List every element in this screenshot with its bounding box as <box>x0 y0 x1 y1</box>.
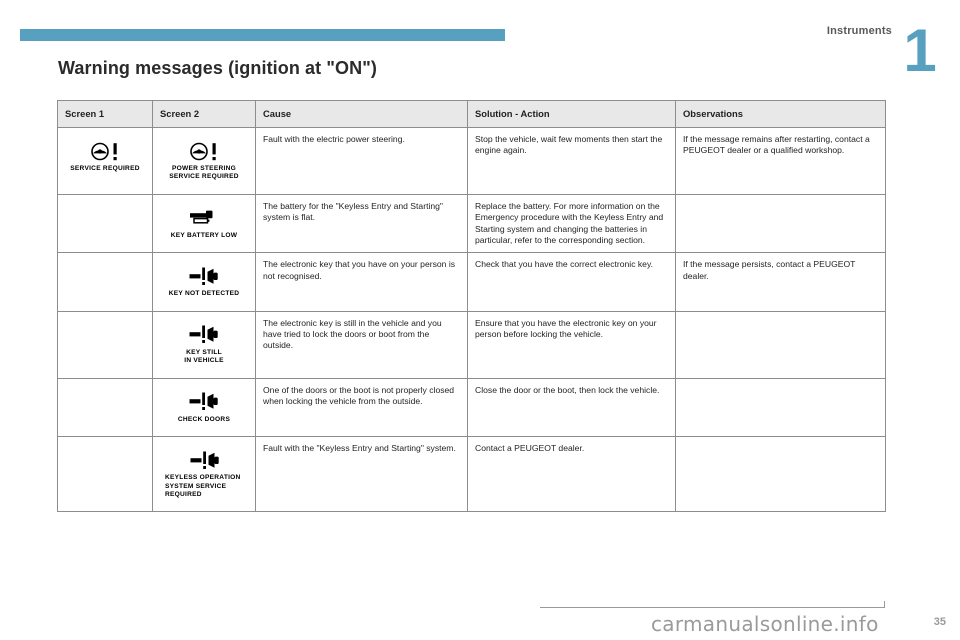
warning-lamp-tile: KEY STILL IN VEHICLE <box>160 317 248 372</box>
cell-cause: The electronic key that you have on your… <box>255 252 468 312</box>
lamp-label-line: SERVICE REQUIRED <box>70 165 140 172</box>
cell-screen2: KEY NOT DETECTED <box>152 252 256 312</box>
lamp-label-line: SERVICE REQUIRED <box>169 173 239 181</box>
column-header-cause: Cause <box>255 100 468 128</box>
cell-cause: Fault with the electric power steering. <box>255 127 468 195</box>
steering-wheel-warning-icon <box>190 142 216 160</box>
warning-lamp-tile: CHECK DOORS <box>160 384 248 431</box>
cell-screen1 <box>57 193 153 254</box>
key-not-detected-icon <box>165 449 245 471</box>
cell-solution: Contact a PEUGEOT dealer. <box>467 436 676 513</box>
warning-messages-table-wrap: Screen 1 Screen 2 Cause Solution - Actio… <box>57 100 886 513</box>
footer-rule <box>540 601 885 608</box>
key-not-detected-icon <box>187 265 221 287</box>
warning-lamp-label: KEYLESS OPERATION SYSTEM SERVICE REQUIRED <box>165 474 241 499</box>
lamp-label-line: KEY BATTERY LOW <box>170 231 238 239</box>
cell-observations <box>675 193 886 254</box>
page-number: 35 <box>933 616 946 628</box>
cell-solution: Ensure that you have the electronic key … <box>467 310 676 379</box>
watermark: carmanualsonline.info <box>651 612 879 636</box>
warning-lamp-tile: KEYLESS OPERATION SYSTEM SERVICE REQUIRED <box>160 443 248 506</box>
key-not-detected-icon <box>187 324 221 346</box>
steering-wheel-warning-icon <box>91 142 117 160</box>
cell-solution: Close the door or the boot, then lock th… <box>467 377 676 438</box>
steering-wheel-warning-icon <box>88 140 122 162</box>
cell-screen1 <box>57 377 153 438</box>
column-header-screen2: Screen 2 <box>152 100 256 128</box>
cell-screen2: CHECK DOORS <box>152 377 256 438</box>
cell-observations: If the message persists, contact a PEUGE… <box>675 252 886 312</box>
column-header-screen1: Screen 1 <box>57 100 153 128</box>
chapter-name: Instruments <box>826 25 892 37</box>
lamp-label-line: KEY STILL <box>186 348 222 356</box>
cell-solution: Stop the vehicle, wait few moments then … <box>467 127 676 195</box>
chapter-number: 1 <box>903 17 937 84</box>
key-battery-icon <box>190 210 213 224</box>
cell-observations <box>675 436 886 513</box>
lamp-label-line: POWER STEERING <box>172 165 236 172</box>
cell-cause: The electronic key is still in the vehic… <box>255 310 468 379</box>
cell-cause: Fault with the "Keyless Entry and Starti… <box>255 436 468 513</box>
key-battery-icon <box>187 207 221 229</box>
cell-screen2: POWER STEERING SERVICE REQUIRED <box>152 127 256 195</box>
steering-wheel-warning-icon <box>187 140 221 162</box>
table-row: CHECK DOORS One of the doors or the boot … <box>57 377 886 438</box>
warning-lamp-tile: POWER STEERING SERVICE REQUIRED <box>160 134 248 188</box>
cell-observations: If the message remains after restarting,… <box>675 127 886 195</box>
table-row: KEY NOT DETECTED The electronic key that … <box>57 252 886 312</box>
cell-cause: One of the doors or the boot is not prop… <box>255 377 468 438</box>
cell-screen2: KEY STILL IN VEHICLE <box>152 310 256 379</box>
accent-bar <box>20 29 505 41</box>
warning-lamp-label: KEY NOT DETECTED <box>169 290 240 298</box>
column-header-solution: Solution - Action <box>467 100 676 128</box>
warning-lamp-tile: KEY BATTERY LOW <box>160 200 248 247</box>
key-not-detected-icon <box>189 267 218 285</box>
key-not-detected-icon <box>189 392 218 411</box>
chapter-number-badge: 1 <box>898 12 942 90</box>
cell-screen1 <box>57 436 153 513</box>
lamp-label-line: KEY NOT DETECTED <box>168 290 240 298</box>
cell-screen1 <box>57 310 153 379</box>
cell-screen1 <box>57 252 153 312</box>
column-header-observations: Observations <box>675 100 886 128</box>
table-row: SERVICE REQUIRED POWER STEERING SERVICE RE… <box>57 127 886 195</box>
warning-lamp-label: KEY STILL IN VEHICLE <box>184 349 224 366</box>
cell-solution: Check that you have the correct electron… <box>467 252 676 312</box>
warning-lamp-tile: SERVICE REQUIRED <box>65 134 145 180</box>
lamp-label-line: REQUIRED <box>165 490 202 498</box>
manual-page: Instruments 1 Warning messages (ignition… <box>0 0 960 640</box>
warning-lamp-tile: KEY NOT DETECTED <box>160 259 248 305</box>
page-title: Warning messages (ignition at "ON") <box>58 58 377 78</box>
cell-screen1: SERVICE REQUIRED <box>57 127 153 195</box>
cell-solution: Replace the battery. For more informatio… <box>467 193 676 254</box>
warning-lamp-label: CHECK DOORS <box>178 416 230 424</box>
cell-observations <box>675 377 886 438</box>
key-not-detected-icon <box>190 451 219 469</box>
warning-lamp-label: POWER STEERING SERVICE REQUIRED <box>169 165 238 182</box>
table-body: SERVICE REQUIRED POWER STEERING SERVICE RE… <box>57 127 886 513</box>
table-row: KEY STILL IN VEHICLE The electronic key is… <box>57 310 886 379</box>
cell-screen2: KEYLESS OPERATION SYSTEM SERVICE REQUIRED <box>152 436 256 513</box>
lamp-label-line: CHECK DOORS <box>177 415 231 423</box>
cell-screen2: KEY BATTERY LOW <box>152 193 256 254</box>
lamp-label-line: IN VEHICLE <box>184 357 224 365</box>
table-header-row: Screen 1 Screen 2 Cause Solution - Actio… <box>57 100 886 128</box>
key-not-detected-icon <box>189 325 218 344</box>
lamp-label-line: KEYLESS OPERATION <box>165 474 241 482</box>
cell-cause: The battery for the "Keyless Entry and S… <box>255 193 468 254</box>
table-row: KEY BATTERY LOW The battery for the "Keyl… <box>57 193 886 254</box>
cell-observations <box>675 310 886 379</box>
warning-messages-table: Screen 1 Screen 2 Cause Solution - Actio… <box>57 100 886 513</box>
warning-lamp-label: SERVICE REQUIRED <box>70 165 139 173</box>
lamp-label-line: SYSTEM SERVICE <box>165 482 227 490</box>
table-row: KEYLESS OPERATION SYSTEM SERVICE REQUIRED F… <box>57 436 886 513</box>
key-not-detected-icon <box>187 391 221 413</box>
warning-lamp-label: KEY BATTERY LOW <box>171 232 238 240</box>
